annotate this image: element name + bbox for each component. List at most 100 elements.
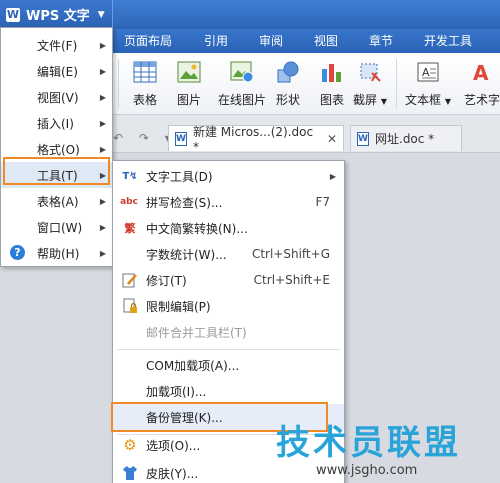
doc-tab-active[interactable]: W 新建 Micros...(2).doc * ✕ bbox=[168, 125, 344, 154]
chart-label: 图表 bbox=[319, 93, 344, 107]
menu-item-view[interactable]: 视图(V) ▶ bbox=[1, 84, 112, 110]
textbox-button[interactable]: A 文本框 ▼ bbox=[405, 59, 451, 108]
online-picture-button[interactable]: 在线图片 bbox=[216, 59, 268, 108]
menu-item-table[interactable]: 表格(A) ▶ bbox=[1, 188, 112, 214]
chevron-right-icon: ▶ bbox=[99, 144, 106, 154]
chevron-down-icon: ▼ bbox=[444, 97, 451, 106]
lock-icon bbox=[122, 298, 138, 314]
ribbon-separator bbox=[396, 59, 397, 109]
screenshot-label: 截屏 bbox=[353, 93, 378, 107]
wps-main-menu: 文件(F) ▶ 编辑(E) ▶ 视图(V) ▶ 插入(I) ▶ 格式(O) ▶ … bbox=[0, 27, 113, 267]
close-icon[interactable]: ✕ bbox=[327, 132, 337, 146]
wordart-button[interactable]: A 艺术字 bbox=[458, 59, 500, 108]
textbox-label: 文本框 bbox=[405, 93, 442, 107]
online-picture-icon bbox=[229, 59, 255, 85]
menu-item-label: 插入(I) bbox=[37, 116, 74, 131]
table-button[interactable]: 表格 bbox=[128, 59, 162, 108]
menu-item-restrict-editing[interactable]: 限制编辑(P) bbox=[113, 293, 344, 319]
menu-item-label: 文字工具(D) bbox=[146, 169, 213, 184]
gear-icon: ⚙ bbox=[123, 436, 137, 454]
picture-icon bbox=[176, 59, 202, 85]
menu-item-label: 皮肤(Y)... bbox=[146, 466, 199, 481]
menu-item-file[interactable]: 文件(F) ▶ bbox=[1, 32, 112, 58]
chevron-right-icon: ▶ bbox=[329, 171, 336, 181]
menu-item-window[interactable]: 窗口(W) ▶ bbox=[1, 214, 112, 240]
picture-button[interactable]: 图片 bbox=[172, 59, 206, 108]
chevron-down-icon: ▼ bbox=[380, 97, 387, 106]
menu-item-label: 表格(A) bbox=[37, 194, 79, 209]
chart-icon bbox=[319, 59, 345, 85]
ribbon-separator bbox=[118, 59, 119, 109]
chevron-right-icon: ▶ bbox=[99, 92, 106, 102]
menu-item-text-tools[interactable]: T↯ 文字工具(D) ▶ bbox=[113, 163, 344, 189]
shirt-icon bbox=[122, 465, 138, 481]
menu-item-mail-merge-toolbar: 邮件合并工具栏(T) bbox=[113, 319, 344, 345]
doc-tab-inactive[interactable]: W 网址.doc * bbox=[350, 125, 462, 151]
picture-label: 图片 bbox=[176, 93, 201, 107]
menu-item-label: 窗口(W) bbox=[37, 220, 83, 235]
wordart-icon: A bbox=[469, 59, 495, 85]
menu-item-label: 编辑(E) bbox=[37, 64, 78, 79]
menu-item-label: 格式(O) bbox=[37, 142, 80, 157]
menu-item-edit[interactable]: 编辑(E) ▶ bbox=[1, 58, 112, 84]
watermark: 技术员联盟 www.jsgho.com bbox=[268, 415, 500, 483]
shortcut-label: F7 bbox=[315, 195, 330, 209]
help-icon: ? bbox=[10, 245, 25, 260]
text-tools-icon: T↯ bbox=[122, 170, 138, 182]
chevron-down-icon: ▼ bbox=[97, 9, 105, 20]
menu-item-label: 邮件合并工具栏(T) bbox=[146, 325, 247, 340]
menu-separator bbox=[117, 349, 340, 350]
table-icon bbox=[132, 59, 158, 85]
spellcheck-icon: abc bbox=[120, 197, 138, 207]
menu-item-label: 视图(V) bbox=[37, 90, 79, 105]
menu-item-label: 帮助(H) bbox=[37, 246, 80, 261]
revision-icon bbox=[122, 272, 138, 288]
chevron-right-icon: ▶ bbox=[99, 66, 106, 76]
menu-item-label: 加载项(I)... bbox=[146, 384, 207, 399]
chevron-right-icon: ▶ bbox=[99, 40, 106, 50]
menu-item-label: 限制编辑(P) bbox=[146, 299, 211, 314]
menu-item-chinese-convert[interactable]: 繁 中文简繁转换(N)... bbox=[113, 215, 344, 241]
chevron-right-icon: ▶ bbox=[99, 222, 106, 232]
menu-item-label: COM加载项(A)... bbox=[146, 358, 240, 373]
tab-developer[interactable]: 开发工具 bbox=[424, 29, 472, 53]
menu-item-label: 修订(T) bbox=[146, 273, 187, 288]
tab-page-layout[interactable]: 页面布局 bbox=[124, 29, 172, 53]
chevron-right-icon: ▶ bbox=[99, 196, 106, 206]
menu-item-label: 中文简繁转换(N)... bbox=[146, 221, 248, 236]
wps-logo-icon: W bbox=[6, 7, 20, 22]
chart-button[interactable]: 图表 bbox=[315, 59, 349, 108]
menu-item-label: 字数统计(W)... bbox=[146, 247, 227, 262]
doc-tab-label: 网址.doc * bbox=[375, 132, 435, 146]
tab-references[interactable]: 引用 bbox=[204, 29, 228, 53]
textbox-icon: A bbox=[415, 59, 441, 85]
tab-view[interactable]: 视图 bbox=[314, 29, 338, 53]
wordart-label: 艺术字 bbox=[463, 93, 500, 107]
chinese-convert-icon: 繁 bbox=[124, 222, 136, 235]
tab-review[interactable]: 审阅 bbox=[259, 29, 283, 53]
menu-item-word-count[interactable]: 字数统计(W)... Ctrl+Shift+G bbox=[113, 241, 344, 267]
tab-chapter[interactable]: 章节 bbox=[369, 29, 393, 53]
watermark-url: www.jsgho.com bbox=[316, 463, 418, 478]
menu-item-spellcheck[interactable]: abc 拼写检查(S)... F7 bbox=[113, 189, 344, 215]
title-bar: W WPS 文字 ▼ bbox=[0, 0, 500, 29]
wps-app-menu-label: WPS 文字 bbox=[26, 9, 90, 24]
doc-file-icon: W bbox=[175, 131, 187, 146]
shapes-label: 形状 bbox=[275, 93, 300, 107]
watermark-title: 技术员联盟 bbox=[276, 423, 461, 463]
wps-app-menu-button[interactable]: W WPS 文字 ▼ bbox=[0, 0, 113, 29]
screenshot-button[interactable]: 截屏 ▼ bbox=[353, 59, 387, 108]
chevron-right-icon: ▶ bbox=[99, 118, 106, 128]
shapes-icon bbox=[275, 59, 301, 85]
menu-item-label: 拼写检查(S)... bbox=[146, 195, 223, 210]
menu-item-label: 选项(O)... bbox=[146, 438, 201, 453]
shapes-button[interactable]: 形状 bbox=[271, 59, 305, 108]
menu-item-com-addins[interactable]: COM加载项(A)... bbox=[113, 352, 344, 378]
menu-item-insert[interactable]: 插入(I) ▶ bbox=[1, 110, 112, 136]
menu-item-addins[interactable]: 加载项(I)... bbox=[113, 378, 344, 404]
svg-text:A: A bbox=[422, 66, 430, 79]
svg-text:A: A bbox=[473, 61, 489, 83]
shortcut-label: Ctrl+Shift+G bbox=[251, 247, 330, 261]
menu-item-revision[interactable]: 修订(T) Ctrl+Shift+E bbox=[113, 267, 344, 293]
menu-item-help[interactable]: ? 帮助(H) ▶ bbox=[1, 240, 112, 266]
